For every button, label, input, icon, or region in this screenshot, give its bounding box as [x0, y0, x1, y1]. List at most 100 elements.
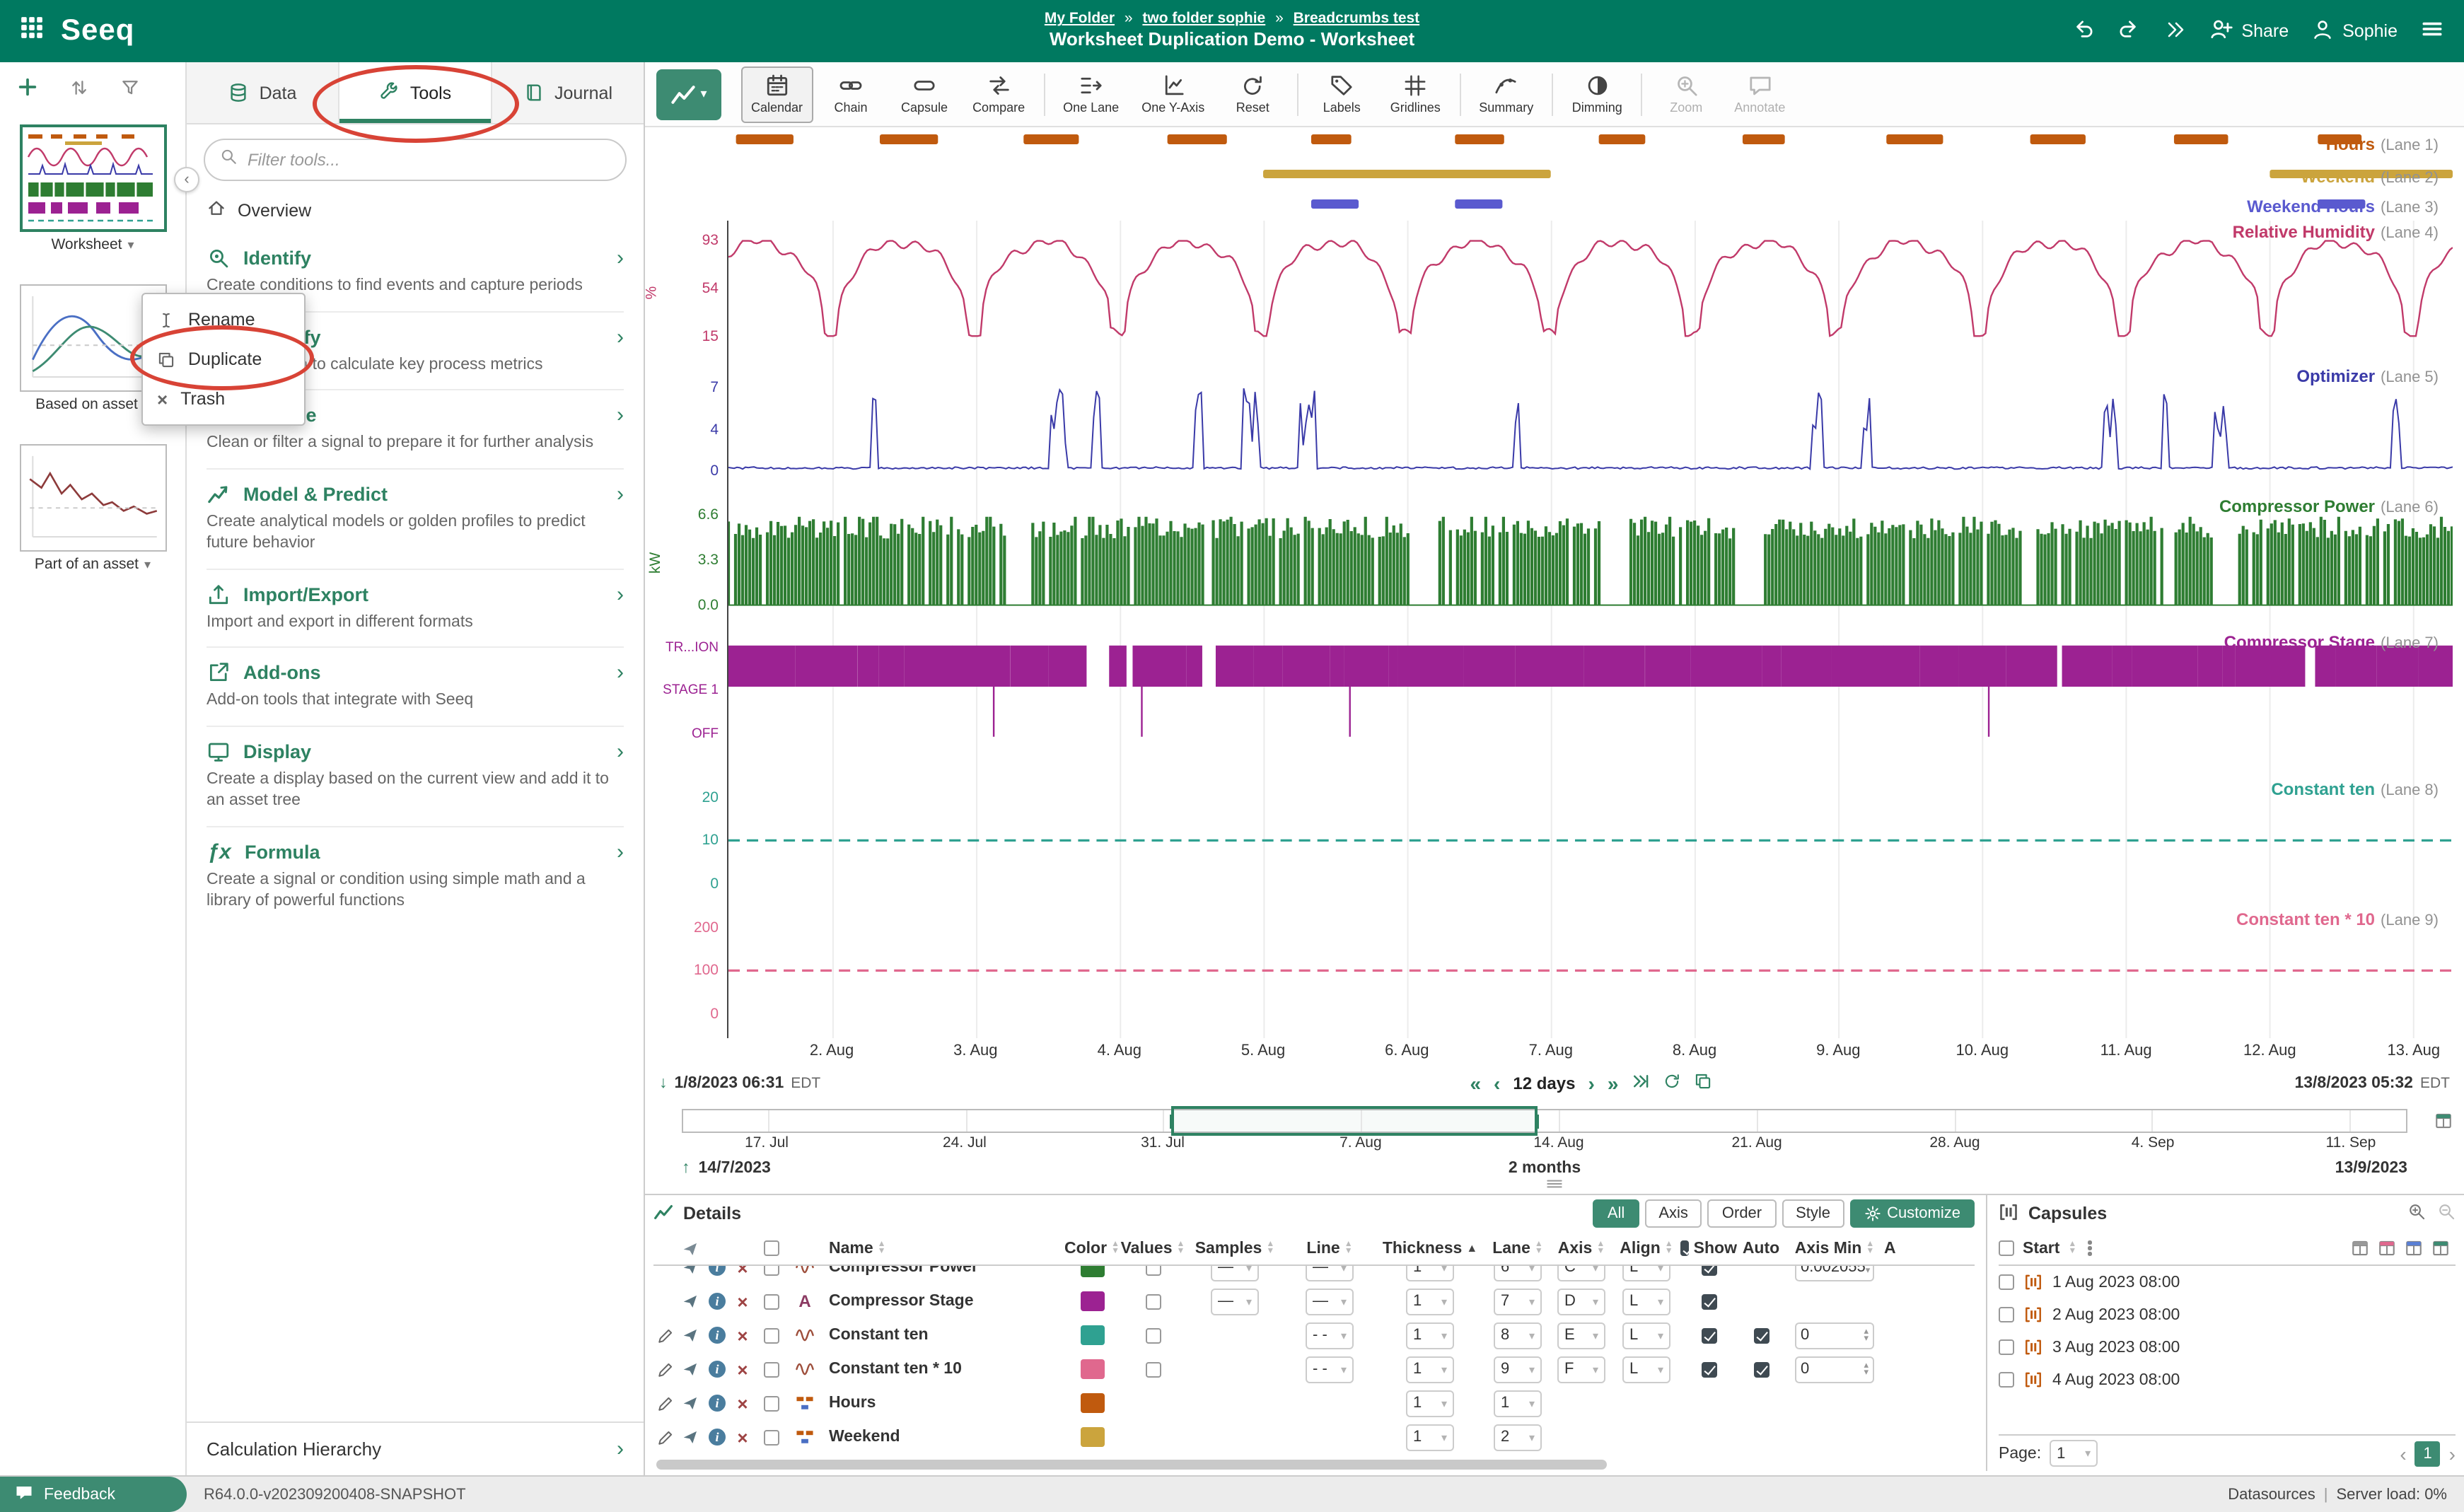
info-icon[interactable]: i — [709, 1429, 726, 1446]
remove-icon[interactable]: × — [737, 1394, 748, 1412]
toolbar-button-compare[interactable]: Compare — [963, 66, 1035, 122]
tool-item-model-predict[interactable]: Model & Predict›Create analytical models… — [207, 467, 624, 568]
remove-icon[interactable]: × — [737, 1428, 748, 1446]
capsule-row[interactable]: 4 Aug 2023 08:00 — [1999, 1363, 2456, 1396]
info-icon[interactable]: i — [709, 1293, 726, 1310]
toolbar-button-dimming[interactable]: Dimming — [1562, 66, 1632, 122]
thumbnail-preview[interactable] — [19, 444, 166, 552]
sort-icon[interactable]: ▲▼ — [1866, 1241, 1874, 1255]
tool-item-display[interactable]: Display›Create a display based on the cu… — [207, 725, 624, 825]
lane-select[interactable]: 9▾ — [1494, 1356, 1542, 1383]
step-forward-much-icon[interactable]: » — [1608, 1074, 1619, 1093]
user-menu[interactable]: Sophie — [2311, 18, 2398, 45]
toolbar-button-chain[interactable]: Chain — [815, 66, 886, 122]
toolbar-button-one-y-axis[interactable]: One Y-Axis — [1132, 66, 1214, 122]
lane-select[interactable]: 1▾ — [1494, 1390, 1542, 1417]
column-show[interactable]: Show — [1680, 1240, 1737, 1257]
lane-select[interactable]: 6▾ — [1494, 1266, 1542, 1281]
item-name[interactable]: Constant ten * 10 — [823, 1361, 1064, 1378]
lane-label-hours[interactable]: Hours(Lane 1) — [2326, 134, 2439, 154]
sort-icon[interactable]: ▲▼ — [1111, 1241, 1120, 1255]
column-axis[interactable]: Axis▲▼ — [1550, 1240, 1612, 1257]
axis-select[interactable]: E▾ — [1557, 1322, 1605, 1349]
lane-plot[interactable]: Relative Humidity(Lane 4) — [727, 221, 2453, 365]
capsule-row[interactable]: 2 Aug 2023 08:00 — [1999, 1298, 2456, 1331]
row-select-checkbox[interactable] — [763, 1395, 779, 1411]
column-values[interactable]: Values▲▼ — [1120, 1240, 1185, 1257]
tool-item-add-ons[interactable]: Add-ons›Add-on tools that integrate with… — [207, 646, 624, 725]
filter-tools-search[interactable] — [204, 139, 627, 181]
info-icon[interactable]: i — [709, 1266, 726, 1276]
item-name[interactable]: Constant ten — [823, 1327, 1064, 1344]
capsule-select-checkbox[interactable] — [1999, 1372, 2014, 1388]
toolbar-button-zoom[interactable]: Zoom — [1651, 66, 1721, 122]
sort-icon[interactable]: ▲▼ — [1177, 1241, 1185, 1255]
lane-select[interactable]: 2▾ — [1494, 1424, 1542, 1450]
range-duration[interactable]: 12 days — [1513, 1074, 1575, 1093]
timeline-end[interactable]: 13/9/2023 — [2335, 1160, 2407, 1177]
lane-plot[interactable]: Optimizer(Lane 5) — [727, 365, 2453, 495]
datasources-link[interactable]: Datasources — [2228, 1486, 2315, 1503]
show-checkbox[interactable] — [1701, 1293, 1716, 1309]
remove-icon[interactable]: × — [737, 1266, 748, 1277]
lane-plot[interactable]: Weekend Hours(Lane 3) — [727, 192, 2453, 221]
tab-data[interactable]: Data — [187, 62, 339, 123]
context-menu-duplicate[interactable]: Duplicate — [143, 339, 304, 379]
align-select[interactable]: L▾ — [1622, 1288, 1670, 1315]
details-view-axis-button[interactable]: Axis — [1644, 1199, 1702, 1228]
line-style-select[interactable]: - -▾ — [1306, 1322, 1354, 1349]
column-align[interactable]: Align▲▼ — [1612, 1240, 1680, 1257]
axis-select[interactable]: F▾ — [1557, 1356, 1605, 1383]
details-view-style-button[interactable]: Style — [1782, 1199, 1844, 1228]
tab-journal[interactable]: Journal — [492, 62, 644, 123]
customize-button[interactable]: Customize — [1850, 1199, 1975, 1228]
line-style-select[interactable]: —▾ — [1306, 1288, 1354, 1315]
search-input[interactable] — [248, 150, 611, 170]
color-swatch[interactable] — [1080, 1325, 1104, 1345]
color-swatch[interactable] — [1080, 1359, 1104, 1379]
context-menu-rename[interactable]: Rename — [143, 300, 304, 339]
lane-label-optimizer[interactable]: Optimizer(Lane 5) — [2296, 366, 2439, 386]
thickness-select[interactable]: 1▾ — [1406, 1322, 1454, 1349]
next-page-icon[interactable]: › — [2449, 1442, 2456, 1465]
timeline-bar[interactable] — [682, 1109, 2407, 1133]
sort-asc-icon[interactable]: ▲ — [1466, 1242, 1477, 1255]
column-name[interactable]: Name▲▼ — [823, 1240, 1064, 1257]
lane-label-relative-humidity[interactable]: Relative Humidity(Lane 4) — [2233, 222, 2439, 242]
breadcrumb-my-folder[interactable]: My Folder — [1045, 11, 1115, 28]
axis-min-input[interactable]: 0▴▾ — [1795, 1356, 1874, 1383]
tool-item-import-export[interactable]: Import/Export›Import and export in diffe… — [207, 568, 624, 646]
step-back-much-icon[interactable]: « — [1470, 1074, 1481, 1093]
info-icon[interactable]: i — [709, 1361, 726, 1378]
values-checkbox[interactable] — [1145, 1361, 1161, 1377]
sort-icon[interactable]: ▲▼ — [1344, 1241, 1353, 1255]
show-checkbox[interactable] — [1701, 1327, 1716, 1343]
lane-plot[interactable]: Compressor Stage(Lane 7) — [727, 631, 2453, 778]
current-page-button[interactable]: 1 — [2415, 1441, 2441, 1466]
step-forward-icon[interactable]: › — [1588, 1074, 1594, 1093]
toolbar-button-gridlines[interactable]: Gridlines — [1380, 66, 1451, 122]
breadcrumb-current[interactable]: Breadcrumbs test — [1294, 11, 1420, 28]
timeline-duration[interactable]: 2 months — [1509, 1160, 1581, 1177]
sort-icon[interactable]: ▲▼ — [1266, 1241, 1274, 1255]
collapse-panel-button[interactable]: ‹ — [174, 167, 199, 192]
samples-select[interactable]: —▾ — [1211, 1288, 1259, 1315]
column-axis-min[interactable]: Axis Min▲▼ — [1785, 1240, 1884, 1257]
range-start-arrow-icon[interactable]: ↓ — [659, 1075, 668, 1092]
values-checkbox[interactable] — [1145, 1327, 1161, 1343]
context-menu-trash[interactable]: ×Trash — [143, 379, 304, 419]
column-line[interactable]: Line▲▼ — [1284, 1240, 1375, 1257]
info-icon[interactable]: i — [709, 1395, 726, 1412]
show-checkbox[interactable] — [1701, 1266, 1716, 1275]
step-back-icon[interactable]: ‹ — [1494, 1074, 1500, 1093]
lane-plot[interactable]: Constant ten * 10(Lane 9) — [727, 908, 2453, 1038]
thickness-select[interactable]: 1▾ — [1406, 1390, 1454, 1417]
lane-plot[interactable]: Weekend(Lane 2) — [727, 161, 2453, 192]
toolbar-button-calendar[interactable]: Calendar — [741, 66, 813, 122]
share-button[interactable]: Share — [2209, 17, 2289, 45]
axis-min-input[interactable]: 0▴▾ — [1795, 1322, 1874, 1349]
samples-select[interactable]: —▾ — [1211, 1266, 1259, 1281]
worksheet-label[interactable]: Worksheet▾ — [0, 236, 185, 253]
lane-label-weekend[interactable]: Weekend(Lane 2) — [2301, 167, 2439, 187]
lane-select[interactable]: 8▾ — [1494, 1322, 1542, 1349]
